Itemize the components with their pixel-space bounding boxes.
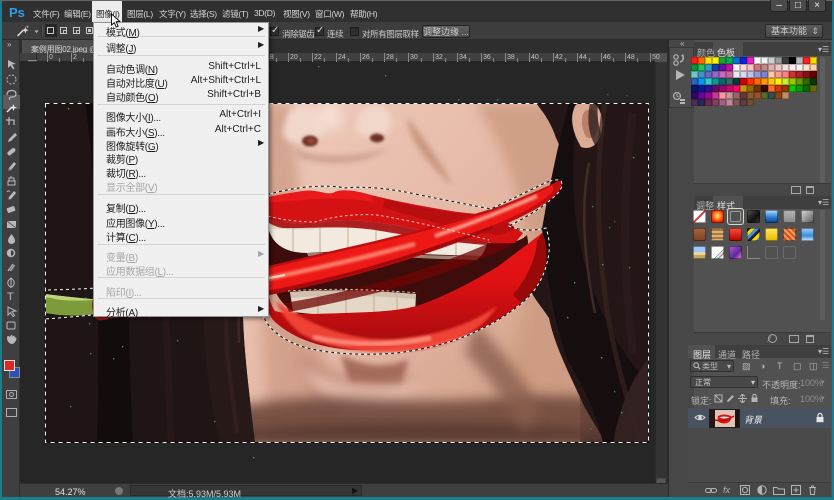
svg-text:T: T: [7, 291, 14, 303]
